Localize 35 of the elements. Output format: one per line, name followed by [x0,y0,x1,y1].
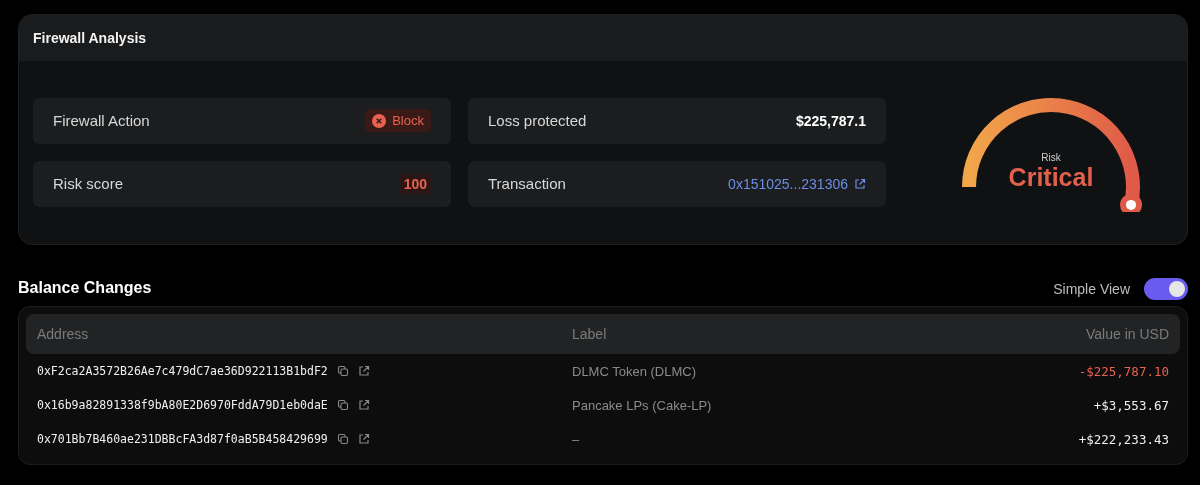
panel-title: Firewall Analysis [33,30,147,46]
value-cell: -$225,787.10 [1078,363,1169,379]
gauge-caption: Risk [1041,152,1061,163]
transaction-link[interactable]: 0x151025...231306 [728,175,866,192]
risk-score: 100 [399,173,431,194]
label-cell-text: Pancake LPs (Cake-LP) [572,397,713,413]
copy-icon[interactable] [336,365,349,377]
address-cell: 0x16b9a82891338f9bA80E2D6970FddA79D1eb0daE [37,398,328,412]
field-label: Loss protected [488,112,587,129]
risk-level: Critical [1008,163,1094,192]
address-cell: 0xF2ca2A3572B26Ae7c479dC7ae36D922113B1bdF2 [37,364,328,378]
toggle-switch[interactable] [1144,278,1188,300]
value-cell: +$3,553.67 [1093,397,1169,413]
gauge-handle [1120,193,1143,212]
copy-icon[interactable] [336,433,349,445]
close-circle-icon [372,113,387,128]
external-link-icon[interactable] [854,177,866,190]
status-text: Block [392,113,424,128]
toggle-label: Simple View [1053,281,1130,297]
label-cell-text: DLMC Token (DLMC) [572,363,697,379]
external-link-icon[interactable] [357,399,370,411]
external-link-icon[interactable] [357,365,370,377]
section-title: Balance Changes [18,279,152,297]
copy-icon[interactable] [336,399,349,411]
field-label: Transaction [488,175,566,192]
address-cell: 0x701Bb7B460ae231DBBcFA3d87f0aB5B458429699 [37,432,328,446]
field-label: Risk score [53,175,123,192]
label-cell-text: – [572,431,581,447]
value-cell: +$222,233.43 [1078,431,1169,447]
field-label: Firewall Action [53,112,150,129]
column-header: Address [37,326,90,342]
column-header: Label [572,326,608,342]
amount-value: $225,787.1 [795,112,866,129]
external-link-icon[interactable] [357,433,370,445]
column-header: Value in USD [1086,326,1169,342]
